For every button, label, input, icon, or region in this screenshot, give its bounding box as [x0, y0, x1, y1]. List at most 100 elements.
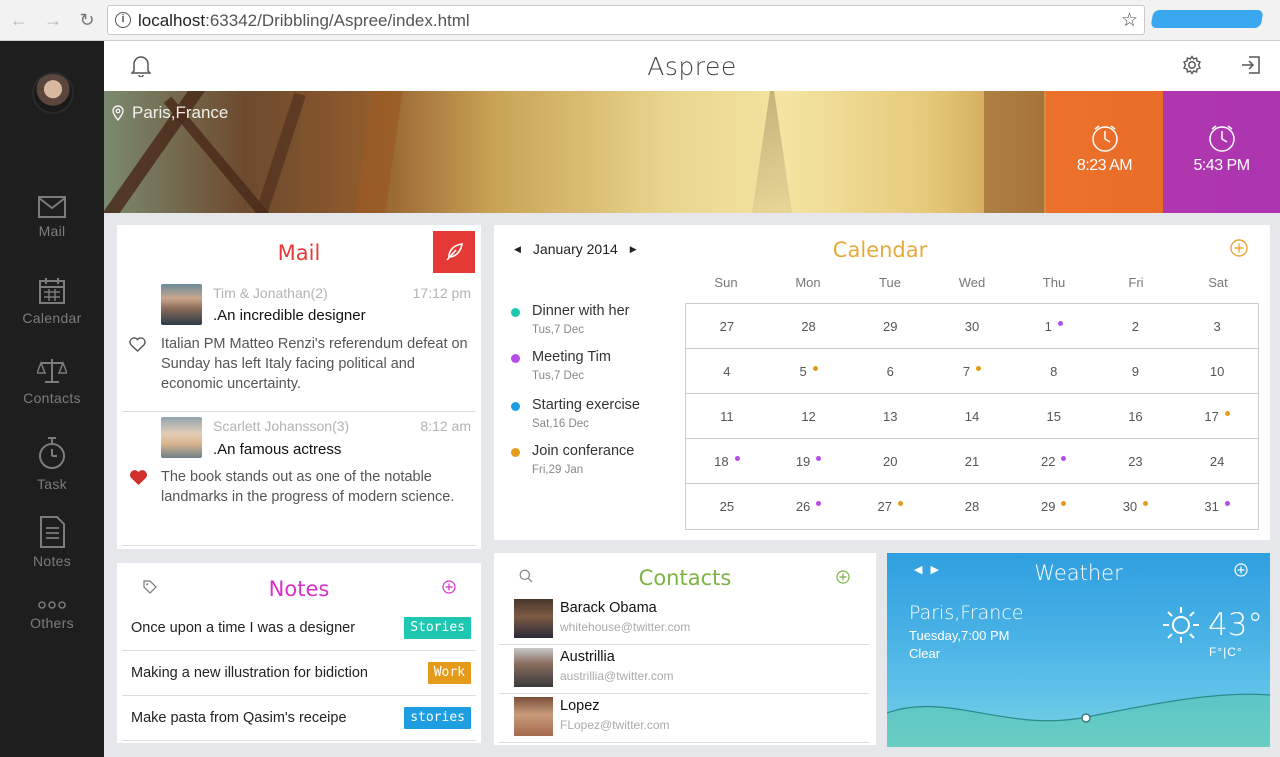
calendar-day[interactable]: 20 [849, 439, 932, 484]
calendar-day[interactable]: 29 [1013, 484, 1095, 529]
calendar-day[interactable]: 9 [1094, 349, 1177, 394]
calendar-day[interactable]: 27 [849, 484, 931, 529]
bookmark-star-icon[interactable]: ☆ [1121, 9, 1138, 32]
day-number: 27 [719, 318, 735, 334]
calendar-day[interactable]: 27 [686, 304, 768, 349]
calendar-day[interactable]: 5 [767, 349, 850, 394]
calendar-day[interactable]: 31 [1176, 484, 1258, 529]
calendar-day[interactable]: 2 [1094, 304, 1177, 349]
divider [499, 742, 869, 743]
sidebar-item-task[interactable]: Task [0, 437, 104, 492]
calendar-day[interactable]: 4 [686, 349, 768, 394]
event-indicator-dot [976, 365, 982, 371]
calendar-day[interactable]: 1 [1012, 304, 1095, 349]
calendar-day[interactable]: 21 [931, 439, 1013, 484]
calendar-day[interactable]: 3 [1176, 304, 1258, 349]
weather-time: Tuesday,7:00 PM [909, 628, 1010, 643]
calendar-day[interactable]: 28 [931, 484, 1013, 529]
calendar-day[interactable]: 19 [767, 439, 850, 484]
contacts-title: Contacts [638, 566, 732, 590]
day-number: 7 [962, 363, 971, 379]
back-arrow-icon[interactable]: ← [8, 9, 30, 31]
event-indicator-dot [1061, 455, 1067, 461]
avatar [161, 284, 202, 325]
sun-icon [1163, 607, 1199, 643]
note-tag[interactable]: Stories [404, 617, 471, 639]
calendar-day[interactable]: 7 [931, 349, 1013, 394]
sidebar-item-others[interactable]: Others [0, 600, 104, 631]
document-icon [40, 516, 65, 548]
calendar-day[interactable]: 6 [849, 349, 932, 394]
calendar-day[interactable]: 10 [1176, 349, 1258, 394]
heart-outline-icon[interactable] [129, 337, 146, 352]
scales-icon [37, 359, 67, 383]
sidebar-item-mail[interactable]: Mail [0, 196, 104, 239]
forward-arrow-icon[interactable]: → [42, 9, 64, 31]
sidebar-item-notes[interactable]: Notes [0, 516, 104, 569]
event-indicator-dot [816, 501, 822, 506]
calendar-day[interactable]: 22 [1012, 439, 1095, 484]
calendar-day[interactable]: 15 [1012, 394, 1095, 439]
calendar-day[interactable]: 14 [931, 394, 1013, 439]
mail-preview: The book stands out as one of the notabl… [161, 469, 455, 505]
weekday-label: Wed [958, 275, 986, 290]
day-number: 29 [1040, 499, 1056, 514]
calendar-day[interactable]: 26 [768, 484, 850, 529]
calendar-day[interactable]: 24 [1176, 439, 1258, 484]
add-event-icon[interactable] [1230, 239, 1248, 257]
page-title: Aspree [647, 52, 737, 81]
calendar-day[interactable]: 18 [686, 439, 768, 484]
day-number: 16 [1128, 408, 1143, 424]
note-tag[interactable]: Work [427, 662, 471, 684]
info-icon[interactable]: i [115, 12, 131, 28]
notes-card: Notes Once upon a time I was a designer … [117, 563, 481, 743]
note-item[interactable]: Making a new illustration for bidiction … [122, 651, 476, 696]
calendar-day[interactable]: 11 [686, 394, 768, 439]
avatar[interactable] [32, 72, 74, 114]
mail-preview: Italian PM Matteo Renzi's referendum def… [161, 336, 468, 392]
note-tag[interactable]: stories [404, 707, 471, 729]
calendar-day[interactable]: 8 [1012, 349, 1095, 394]
calendar-day[interactable]: 28 [767, 304, 850, 349]
clock-time: 8:23 AM [1076, 157, 1133, 174]
calendar-day[interactable]: 13 [849, 394, 932, 439]
calendar-day[interactable]: 12 [767, 394, 850, 439]
calendar-day[interactable]: 25 [686, 484, 768, 529]
next-month-arrow-icon[interactable]: ▶ [630, 244, 637, 255]
prev-month-arrow-icon[interactable]: ◀ [514, 244, 521, 255]
calendar-day[interactable]: 29 [849, 304, 932, 349]
note-item[interactable]: Once upon a time I was a designer Storie… [122, 606, 476, 651]
calendar-day[interactable]: 30 [931, 304, 1013, 349]
day-number: 30 [1122, 499, 1138, 514]
contact-item[interactable]: Austrillia austrillia@twitter.com [499, 645, 869, 694]
compose-button[interactable] [433, 231, 475, 273]
calendar-day[interactable]: 17 [1176, 394, 1258, 439]
add-city-icon[interactable] [1234, 563, 1248, 577]
note-item[interactable]: Make pasta from Qasim's receipe stories [122, 696, 476, 741]
heart-filled-icon[interactable] [129, 469, 148, 486]
add-contact-icon[interactable] [836, 570, 850, 584]
contact-item[interactable]: Lopez FLopez@twitter.com [499, 694, 869, 743]
address-bar[interactable]: i localhost:63342/Dribbling/Aspree/index… [107, 5, 1145, 35]
clock-icon [1091, 125, 1118, 152]
add-note-icon[interactable] [442, 580, 456, 594]
day-number: 15 [1046, 408, 1061, 424]
event-date: Tus,7 Dec [532, 324, 584, 336]
calendar-day[interactable]: 16 [1094, 394, 1177, 439]
calendar-grid: 27 28 29 30 1 2 3 4 5 6 7 8 9 10 11 12 13 14 15 16 17 18 19 20 2… [685, 303, 1259, 530]
weather-city: Paris,France [909, 602, 1024, 624]
calendar-day[interactable]: 23 [1094, 439, 1177, 484]
calendar-day[interactable]: 30 [1095, 484, 1177, 529]
sidebar-item-label: Task [37, 476, 67, 492]
reload-icon[interactable]: ↻ [76, 9, 98, 31]
sidebar-item-calendar[interactable]: Calendar [0, 277, 104, 326]
weather-card: ◀▶ Weather Paris,France Tuesday,7:00 PM … [887, 553, 1270, 747]
contact-item[interactable]: Barack Obama whitehouse@twitter.com [499, 596, 869, 645]
sidebar-item-contacts[interactable]: Contacts [0, 357, 104, 406]
unit-toggle[interactable]: F°|C° [1209, 645, 1243, 659]
mail-subject: .An incredible designer [213, 307, 366, 324]
sidebar-item-label: Notes [32, 553, 72, 569]
gear-icon[interactable] [1182, 55, 1202, 75]
note-text: Once upon a time I was a designer [131, 620, 356, 636]
logout-icon[interactable] [1241, 55, 1261, 75]
